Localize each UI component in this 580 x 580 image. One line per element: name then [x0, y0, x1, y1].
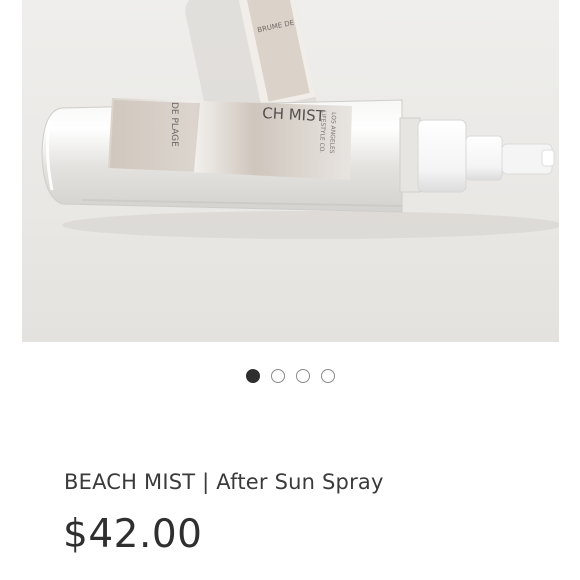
svg-text:DE PLAGE: DE PLAGE — [169, 102, 179, 147]
carousel-dot-2[interactable] — [270, 369, 285, 383]
carousel-dot-4[interactable] — [320, 369, 335, 383]
carousel-dot-1[interactable] — [245, 369, 260, 383]
carousel-pagination — [0, 369, 580, 387]
product-title: BEACH MIST | After Sun Spray — [64, 470, 384, 494]
product-price: $42.00 — [63, 512, 203, 557]
svg-text:CH MIST: CH MIST — [262, 104, 326, 125]
carousel-dot-3[interactable] — [295, 369, 310, 383]
product-page: BRUME DE CH MIST DE PLAGE LIFESTYLE CO. … — [0, 0, 580, 580]
product-image[interactable]: BRUME DE CH MIST DE PLAGE LIFESTYLE CO. … — [22, 0, 559, 342]
product-photo: BRUME DE CH MIST DE PLAGE LIFESTYLE CO. … — [22, 0, 559, 342]
